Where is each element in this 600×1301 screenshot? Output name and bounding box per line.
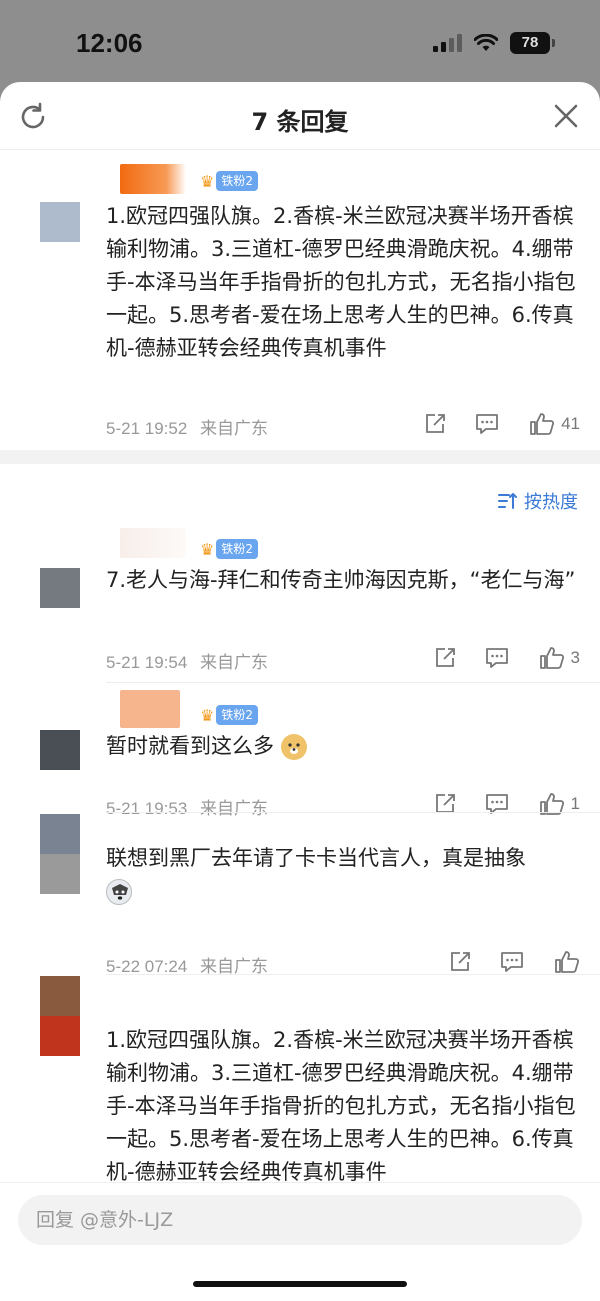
comment-location: 来自广东: [200, 419, 269, 438]
username-blurred[interactable]: [120, 164, 186, 194]
sort-label: 按热度: [524, 492, 578, 513]
comment-location: 来自广东: [200, 653, 269, 672]
comment-item[interactable]: 1.欧冠四强队旗。2.香槟-米兰欧冠决赛半场开香槟输利物浦。3.三道杠-德罗巴经…: [0, 974, 600, 1184]
comment-text: 7.老人与海-拜仁和传奇主帅海因克斯，“老仁与海”: [106, 568, 576, 592]
comment-item[interactable]: ♛ 铁粉2 1.欧冠四强队旗。2.香槟-米兰欧冠决赛半场开香槟输利物浦。3.三道…: [0, 150, 600, 530]
like-button[interactable]: [554, 950, 580, 974]
comment-meta: 5-21 19:54 来自广东: [106, 648, 268, 673]
sort-icon[interactable]: [498, 492, 518, 510]
signal-icon: [433, 34, 462, 52]
share-icon[interactable]: [448, 950, 472, 974]
status-time: 12:06: [76, 28, 143, 58]
comment-icon[interactable]: [500, 950, 524, 974]
home-indicator[interactable]: [193, 1281, 407, 1287]
comment-text: 1.欧冠四强队旗。2.香槟-米兰欧冠决赛半场开香槟输利物浦。3.三道杠-德罗巴经…: [106, 204, 576, 360]
comment-text: 暂时就看到这么多: [106, 730, 582, 763]
husky-emoji: [106, 879, 132, 905]
username-blurred[interactable]: [120, 690, 180, 728]
avatar[interactable]: [40, 814, 80, 894]
comment-actions: 41: [423, 412, 580, 436]
comment-icon[interactable]: [475, 412, 499, 436]
reply-sheet: 7 条回复 ♛ 铁粉2 1.欧冠四强队旗。2.香槟-米兰欧冠决赛半场开香槟输利物…: [0, 82, 600, 1301]
like-button[interactable]: 41: [529, 412, 580, 436]
comment-text: 联想到黑厂去年请了卡卡当代言人，真是抽象: [106, 842, 582, 908]
sheet-title: 7 条回复: [251, 108, 349, 136]
comment-actions: [448, 950, 580, 974]
reply-input[interactable]: 回复 @意外-LJZ: [18, 1195, 582, 1245]
crown-icon: ♛: [200, 705, 215, 725]
comment-item[interactable]: ♛ 铁粉2 暂时就看到这么多 5-21 19:53 来自广东 1: [0, 686, 600, 818]
comment-item[interactable]: 联想到黑厂去年请了卡卡当代言人，真是抽象 5-22 07:24 来自广东: [0, 812, 600, 976]
comment-actions: 3: [433, 646, 580, 670]
fan-badge: ♛ 铁粉2: [200, 538, 258, 560]
comment-icon[interactable]: [485, 646, 509, 670]
close-icon[interactable]: [552, 102, 580, 130]
crown-icon: ♛: [200, 171, 215, 191]
share-icon[interactable]: [423, 412, 447, 436]
like-icon[interactable]: [529, 412, 555, 436]
comment-text: 1.欧冠四强队旗。2.香槟-米兰欧冠决赛半场开香槟输利物浦。3.三道杠-德罗巴经…: [106, 1028, 576, 1184]
like-icon[interactable]: [539, 646, 565, 670]
avatar[interactable]: [40, 568, 80, 608]
fan-badge: ♛ 铁粉2: [200, 170, 258, 192]
like-icon[interactable]: [554, 950, 580, 974]
avatar[interactable]: [40, 202, 80, 242]
doge-emoji: [280, 734, 307, 760]
wifi-icon: [474, 34, 498, 51]
username-blurred[interactable]: [120, 528, 186, 558]
reply-bar: 回复 @意外-LJZ: [0, 1182, 600, 1301]
like-count: 3: [570, 648, 580, 667]
comment-time: 5-21 19:52: [106, 419, 188, 438]
like-count: 41: [561, 414, 580, 433]
crown-icon: ♛: [200, 539, 215, 559]
comment-divider: [106, 682, 600, 683]
sort-toggle[interactable]: 按热度: [498, 488, 578, 514]
battery-indicator: 78: [510, 32, 555, 54]
avatar[interactable]: [40, 976, 80, 1056]
comment-item[interactable]: ♛ 铁粉2 7.老人与海-拜仁和传奇主帅海因克斯，“老仁与海” 5-21 19:…: [0, 522, 600, 678]
comment-time: 5-21 19:54: [106, 653, 188, 672]
section-divider: [0, 450, 600, 464]
avatar[interactable]: [40, 730, 80, 770]
status-bar: 12:06 78: [0, 0, 600, 90]
fan-badge: ♛ 铁粉2: [200, 704, 258, 726]
comment-meta: 5-21 19:52 来自广东: [106, 414, 268, 439]
share-icon[interactable]: [433, 646, 457, 670]
sheet-header: 7 条回复: [0, 82, 600, 150]
like-count: 1: [570, 794, 580, 813]
like-button[interactable]: 3: [539, 646, 580, 670]
status-icons: 78: [433, 32, 555, 54]
